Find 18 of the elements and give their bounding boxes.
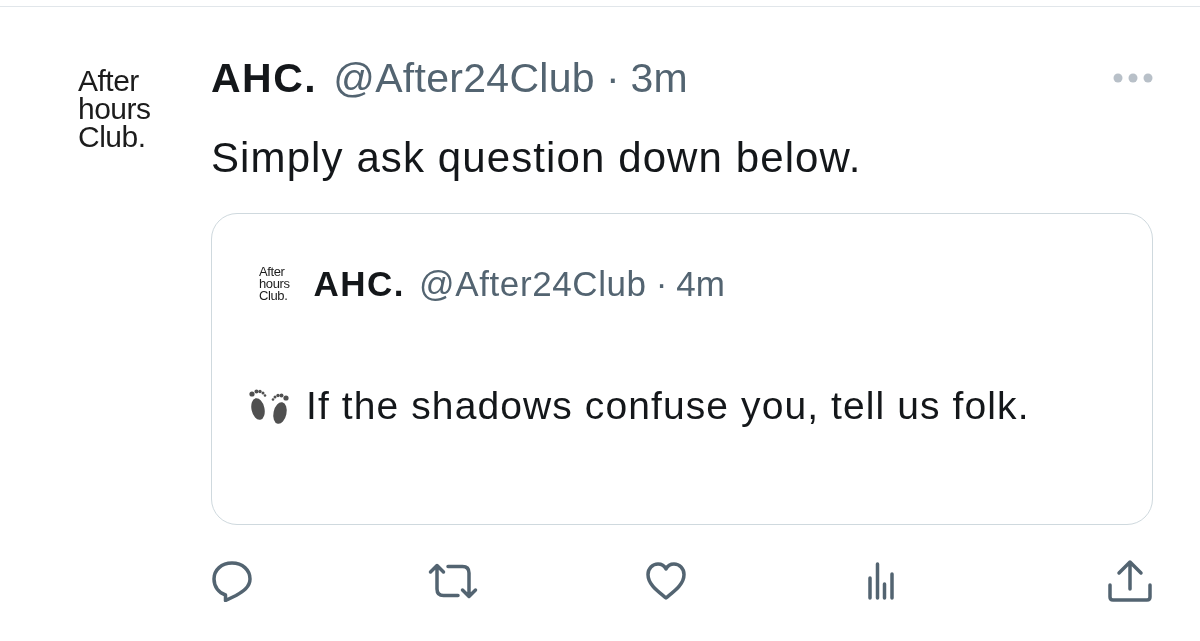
user-handle[interactable]: @After24Club — [333, 54, 595, 102]
quoted-post-card[interactable]: After hours Club. AHC. @After24Club · 4m If the shadows confuse you, tell us folk. — [211, 213, 1153, 525]
display-name[interactable]: AHC. — [211, 54, 318, 102]
quoted-post-text: If the shadows confuse you, tell us folk. — [306, 383, 1030, 429]
separator-dot: · — [605, 54, 620, 102]
share-icon[interactable] — [1107, 559, 1153, 603]
display-name: AHC. — [313, 263, 406, 305]
repost-icon[interactable] — [428, 561, 478, 601]
avatar-logo[interactable]: After hours Club. — [78, 67, 151, 151]
heart-icon[interactable] — [645, 561, 687, 601]
user-handle: @After24Club — [419, 263, 647, 305]
reply-icon[interactable] — [211, 560, 253, 602]
post-time[interactable]: 3m — [630, 54, 688, 102]
avatar-logo: After hours Club. — [259, 266, 290, 302]
post-time: 4m — [676, 263, 725, 305]
post-text: Simply ask question down below. — [211, 133, 862, 183]
separator-dot: · — [655, 263, 668, 305]
bar-chart-icon[interactable] — [868, 562, 894, 600]
